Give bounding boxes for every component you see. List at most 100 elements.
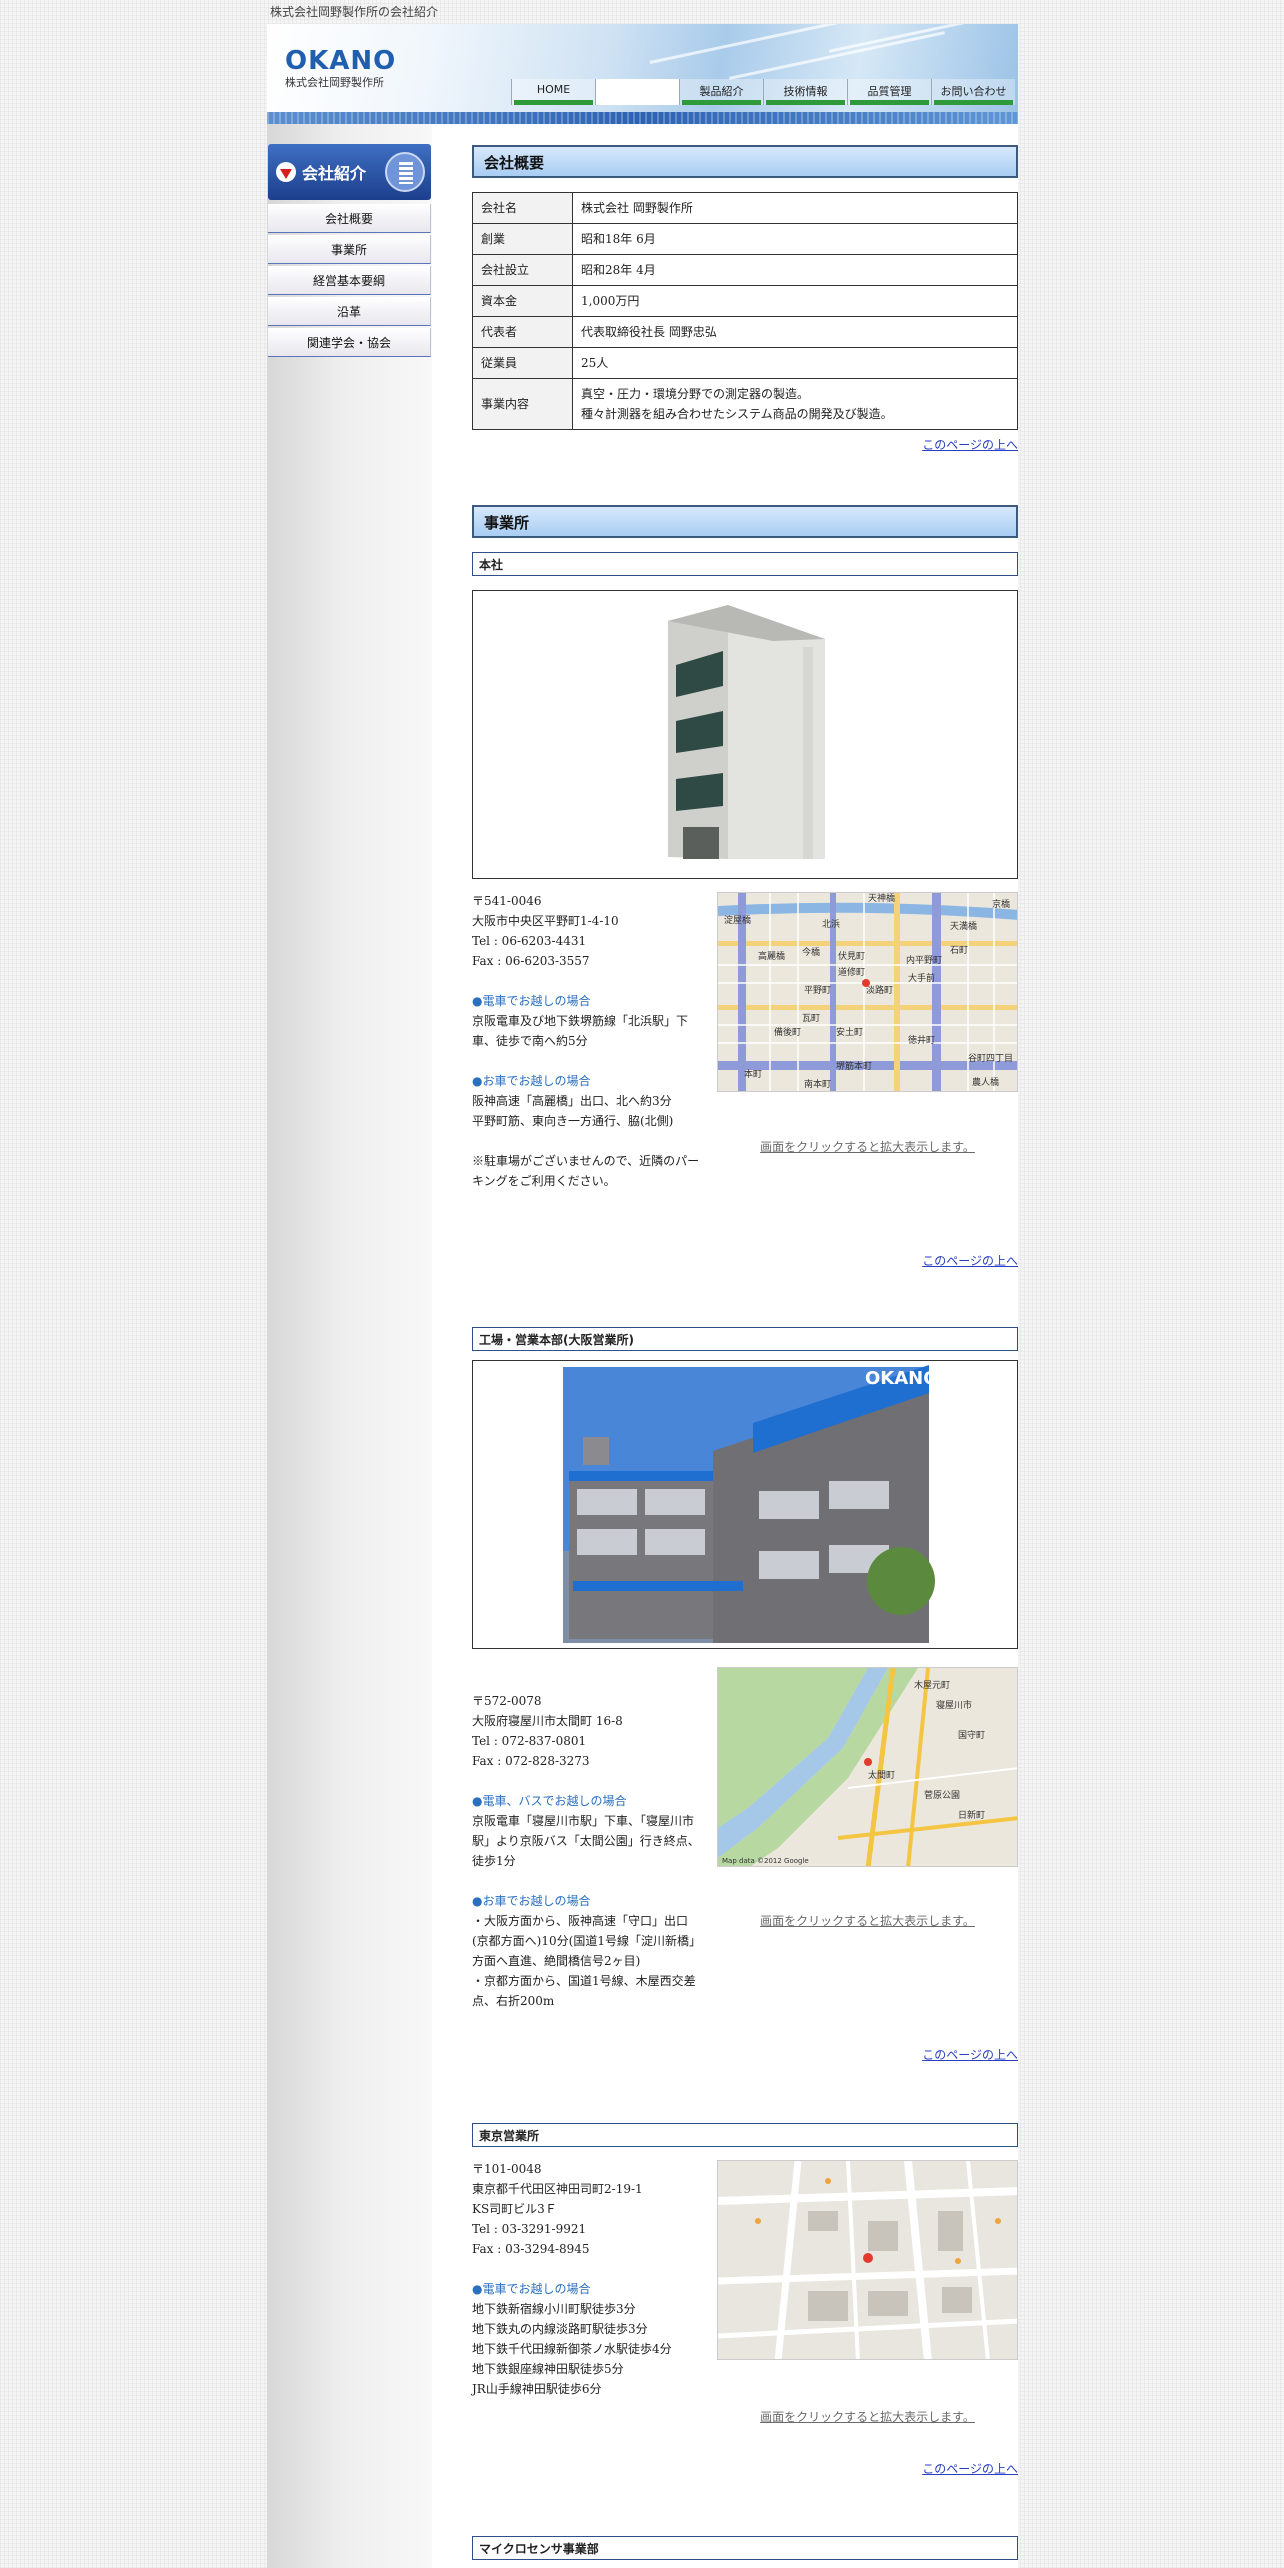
train-heading: ●電車でお越しの場合 xyxy=(472,994,591,1008)
factory-photo: OKANO xyxy=(472,1360,1018,1649)
nav-quality[interactable]: 品質管理 xyxy=(847,79,931,105)
business-line-2: 種々計測器を組み合わせたシステム商品の開発及び製造。 xyxy=(581,407,893,421)
nav-home[interactable]: HOME xyxy=(511,79,595,105)
map-label: 備後町 xyxy=(774,1026,801,1038)
global-nav: HOME 製品紹介 技術情報 品質管理 お問い合わせ xyxy=(511,79,1015,105)
car-directions-1: ・大阪方面から、阪神高速「守口」出口(京都方面へ)10分(国道1号線「淀川新橋」… xyxy=(472,1914,701,1968)
to-top-link[interactable]: このページの上へ xyxy=(922,2046,1018,2063)
site-logo[interactable]: OKANO 株式会社岡野製作所 xyxy=(285,46,396,90)
map-label: 徳井町 xyxy=(908,1034,935,1046)
map-label: 道修町 xyxy=(838,966,865,978)
map-label: 高麗橋 xyxy=(758,950,785,962)
sidebar-item-policy[interactable]: 経営基本要綱 xyxy=(268,266,431,295)
fax: Fax : 03-3294-8945 xyxy=(472,2242,590,2256)
map-label: 今橋 xyxy=(802,946,820,958)
logo-text: OKANO xyxy=(285,46,397,76)
row-key: 会社設立 xyxy=(472,254,573,286)
factory-map[interactable]: 太間町 寝屋川市 国守町 木屋元町 菅原公園 日新町 Map data ©201… xyxy=(717,1667,1018,1867)
map-label: 大手前 xyxy=(908,972,935,984)
car-directions-1: 阪神高速「高麗橋」出口、北へ約3分 xyxy=(472,1094,672,1108)
car-heading: ●お車でお越しの場合 xyxy=(472,1894,591,1908)
tokyo-map-link[interactable]: 画面をクリックすると拡大表示します。 xyxy=(717,2408,1018,2425)
map-label: 石町 xyxy=(950,946,968,956)
car-directions-2: ・京都方面から、国道1号線、木屋西交差点、右折200m xyxy=(472,1974,696,2008)
building-name: KS司町ビル3Ｆ xyxy=(472,2202,557,2216)
sidebar-title: 会社紹介 xyxy=(302,164,367,183)
office-title-factory: 工場・営業本部(大阪営業所) xyxy=(472,1327,1018,1351)
logo-subtitle: 株式会社岡野製作所 xyxy=(285,76,384,89)
sidebar-nav: 会社概要 事業所 経営基本要綱 沿革 関連学会・協会 xyxy=(268,204,431,359)
factory-map-link[interactable]: 画面をクリックすると拡大表示します。 xyxy=(717,1912,1018,1929)
map-label: 安土町 xyxy=(836,1026,863,1038)
train-line: 地下鉄丸の内線淡路町駅徒歩3分 xyxy=(472,2322,648,2336)
sidebar-item-societies[interactable]: 関連学会・協会 xyxy=(268,328,431,357)
business-line-1: 真空・圧力・環境分野での測定器の製造。 xyxy=(581,387,810,401)
map-label: 国守町 xyxy=(958,1729,985,1741)
car-heading: ●お車でお越しの場合 xyxy=(472,1074,591,1088)
map-pin-icon xyxy=(862,979,870,987)
page-caption: 株式会社岡野製作所の会社紹介 xyxy=(270,5,439,19)
map-label: 日新町 xyxy=(958,1809,985,1821)
address: 東京都千代田区神田司町2-19-1 xyxy=(472,2182,643,2196)
street-map-image xyxy=(718,2161,1017,2359)
row-key: 代表者 xyxy=(472,316,573,348)
parking-note: ※駐車場がございませんので、近隣のパーキングをご利用ください。 xyxy=(472,1154,700,1188)
address: 大阪府寝屋川市太間町 16-8 xyxy=(472,1714,623,1728)
sidebar-item-offices[interactable]: 事業所 xyxy=(268,235,431,264)
car-directions-2: 平野町筋、東向き一方通行、脇(北側) xyxy=(472,1114,674,1128)
honsha-map[interactable]: 淀屋橋 北浜 天満橋 今橋 高麗橋 伏見町 道修町 平野町 淡路町 瓦町 備後町… xyxy=(717,892,1018,1092)
train-line: 地下鉄新宿線小川町駅徒歩3分 xyxy=(472,2302,636,2316)
postal-code: 〒572-0078 xyxy=(472,1694,542,1708)
tokyo-map[interactable] xyxy=(717,2160,1018,2360)
map-label: 太間町 xyxy=(868,1769,895,1781)
site-header: OKANO 株式会社岡野製作所 HOME 製品紹介 技術情報 品質管理 お問い合… xyxy=(267,24,1018,124)
map-label: 南本町 xyxy=(804,1078,831,1090)
row-value: 昭和28年 4月 xyxy=(572,254,1018,286)
table-row: 従業員 25人 xyxy=(472,347,1018,379)
train-line: 地下鉄千代田線新御茶ノ水駅徒歩4分 xyxy=(472,2342,672,2356)
map-label: 伏見町 xyxy=(838,950,865,962)
office-title-micro: マイクロセンサ事業部 xyxy=(472,2536,1018,2560)
map-label: 菅原公園 xyxy=(924,1789,960,1801)
down-arrow-icon xyxy=(276,162,296,182)
tokyo-address-block: 〒101-0048 東京都千代田区神田司町2-19-1 KS司町ビル3Ｆ Tel… xyxy=(472,2159,704,2399)
map-attribution: Map data ©2012 Google xyxy=(722,1857,809,1865)
factory-building-image: OKANO xyxy=(563,1365,939,1643)
nav-blank[interactable] xyxy=(595,79,679,105)
nav-tech-info[interactable]: 技術情報 xyxy=(763,79,847,105)
map-label: 谷町四丁目 xyxy=(968,1053,1013,1064)
map-label: 寝屋川市 xyxy=(936,1699,972,1711)
street-map-image: 太間町 寝屋川市 国守町 木屋元町 菅原公園 日新町 Map data ©201… xyxy=(718,1668,1017,1866)
to-top-link[interactable]: このページの上へ xyxy=(922,436,1018,453)
map-label: 天満橋 xyxy=(950,920,977,932)
nav-products[interactable]: 製品紹介 xyxy=(679,79,763,105)
section-title-offices: 事業所 xyxy=(472,505,1018,538)
factory-sign-text: OKANO xyxy=(865,1368,939,1389)
postal-code: 〒101-0048 xyxy=(472,2162,542,2176)
row-value: 昭和18年 6月 xyxy=(572,223,1018,255)
row-value: 株式会社 岡野製作所 xyxy=(572,192,1018,224)
map-label: 農人橋 xyxy=(972,1076,999,1088)
factory-address-block: 〒572-0078 大阪府寝屋川市太間町 16-8 Tel : 072-837-… xyxy=(472,1691,704,2011)
to-top-link[interactable]: このページの上へ xyxy=(922,2460,1018,2477)
header-bar xyxy=(267,112,1018,124)
map-label: 堺筋本町 xyxy=(836,1060,872,1072)
honsha-map-link[interactable]: 画面をクリックすると拡大表示します。 xyxy=(717,1138,1018,1155)
map-label: 天神橋 xyxy=(868,893,895,904)
to-top-link[interactable]: このページの上へ xyxy=(922,1252,1018,1269)
row-key: 事業内容 xyxy=(472,378,573,430)
row-key: 創業 xyxy=(472,223,573,255)
nav-contact[interactable]: お問い合わせ xyxy=(931,79,1015,105)
sidebar-item-history[interactable]: 沿革 xyxy=(268,297,431,326)
sidebar-item-overview[interactable]: 会社概要 xyxy=(268,204,431,233)
company-info-table: 会社名 株式会社 岡野製作所 創業 昭和18年 6月 会社設立 昭和28年 4月 資本… xyxy=(472,192,1018,430)
train-directions: 京阪電車「寝屋川市駅」下車、「寝屋川市駅」より京阪バス「太間公園」行き終点、徒歩… xyxy=(472,1814,700,1868)
train-line: 地下鉄銀座線神田駅徒歩5分 xyxy=(472,2362,624,2376)
table-row: 会社名 株式会社 岡野製作所 xyxy=(472,192,1018,224)
fax: Fax : 06-6203-3557 xyxy=(472,954,590,968)
map-label: 平野町 xyxy=(804,985,831,996)
row-key: 資本金 xyxy=(472,285,573,317)
address: 大阪市中央区平野町1-4-10 xyxy=(472,914,619,928)
postal-code: 〒541-0046 xyxy=(472,894,542,908)
office-title-honsha: 本社 xyxy=(472,552,1018,576)
